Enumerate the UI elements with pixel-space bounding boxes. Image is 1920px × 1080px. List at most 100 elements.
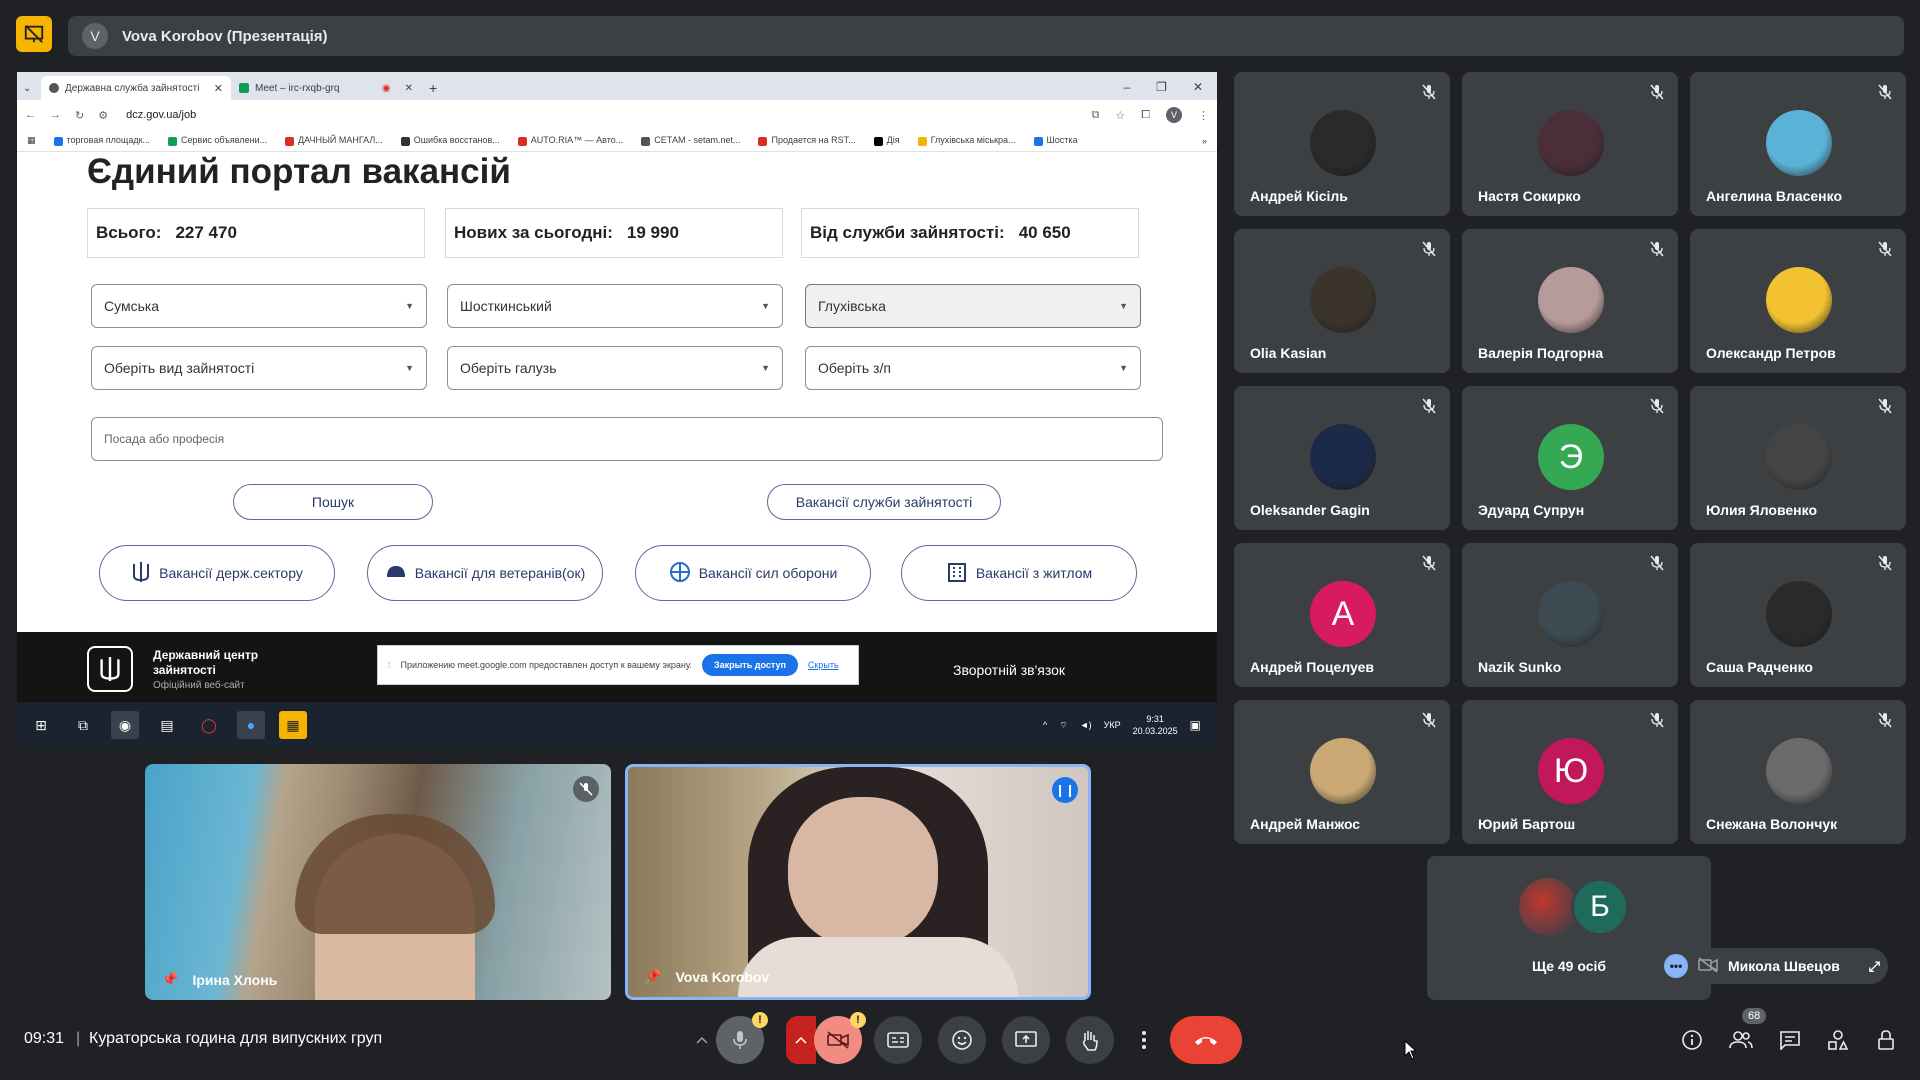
bookmark-item[interactable]: торговая площадк... [53,135,150,146]
site-info-icon[interactable]: ⚙ [98,109,108,122]
participant-tile[interactable]: Ю Юрий Бартош [1462,700,1678,844]
participant-tile[interactable]: Э Эдуард Супрун [1462,386,1678,530]
salary-select[interactable]: Оберіть з/п ▼ [805,346,1141,390]
bookmark-item[interactable]: Глухівська міськра... [917,135,1016,146]
presentation-icon[interactable] [16,16,52,52]
pin-icon[interactable]: 📌 [161,971,178,988]
expand-icon[interactable]: ⤢ [1869,958,1880,975]
participant-tile[interactable]: Саша Радченко [1690,543,1906,687]
microphone-button[interactable]: ! [716,1012,768,1064]
notifications-icon[interactable]: ▣ [1190,718,1201,732]
region-select[interactable]: Сумська ▼ [91,284,427,328]
bookmark-item[interactable]: Шостка [1033,135,1078,146]
translate-icon[interactable]: ⧉ [1091,109,1099,122]
apps-grid-icon[interactable]: ▦ [27,135,36,146]
participant-tile[interactable]: Олександр Петров [1690,229,1906,373]
feedback-link[interactable]: Зворотній зв'язок [953,662,1065,678]
task-view-icon[interactable]: ⧉ [69,711,97,739]
participant-tile[interactable]: Настя Сокирко [1462,72,1678,216]
self-view-minimized[interactable]: ••• Микола Швецов ⤢ [1656,948,1888,984]
district-select[interactable]: Шосткинський ▼ [447,284,783,328]
bookmark-star-icon[interactable]: ☆ [1115,109,1125,122]
participant-tile[interactable]: Olia Kasian [1234,229,1450,373]
file-explorer-icon[interactable]: ▤ [153,711,181,739]
close-window-icon[interactable]: ✕ [1193,80,1203,94]
industry-select[interactable]: Оберіть галузь ▼ [447,346,783,390]
extensions-icon[interactable]: ⧠ [1141,109,1150,122]
url-field[interactable]: dcz.gov.ua/job [126,109,196,121]
hide-notice-link[interactable]: Скрыть [808,660,839,670]
browser-tab-meet[interactable]: Meet – irc-rxqb-grq ◉ ✕ [231,76,421,100]
video-options-chevron-icon[interactable] [786,1016,816,1064]
opera-icon[interactable]: ◯ [195,711,223,739]
position-input[interactable]: Посада або професія [91,417,1163,461]
new-tab-icon[interactable]: + [429,76,437,100]
profile-avatar[interactable]: V [1166,107,1182,123]
leave-call-button[interactable] [1170,1016,1242,1064]
video-tile-active-speaker[interactable]: ❙❙ 📌 Vova Korobov [625,764,1091,1000]
back-icon[interactable]: ← [25,109,36,121]
present-screen-button[interactable] [1002,1016,1050,1064]
volume-icon[interactable]: ◄) [1080,720,1092,730]
housing-vacancies-button[interactable]: Вакансії з житлом [901,545,1137,601]
defense-forces-vacancies-button[interactable]: Вакансії сил оборони [635,545,871,601]
browser-tab-dcz[interactable]: Державна служба зайнятості ✕ [41,76,231,100]
bookmark-item[interactable]: Дія [873,135,900,146]
address-bar: ← → ↻ ⚙ dcz.gov.ua/job ⧉ ☆ ⧠ V ⋮ [17,100,1217,130]
tab-search-icon[interactable]: ⌄ [23,76,37,100]
close-icon[interactable]: ✕ [405,83,413,94]
windows-start-icon[interactable]: ⊞ [27,711,55,739]
stop-sharing-button[interactable]: Закрыть доступ [701,654,798,676]
minimize-icon[interactable]: – [1123,80,1130,94]
bookmark-item[interactable]: Продается на RST... [758,135,856,146]
language-indicator[interactable]: УКР [1104,720,1121,730]
participant-tile[interactable]: Снежана Волончук [1690,700,1906,844]
browser-menu-icon[interactable]: ⋮ [1198,109,1209,122]
bookmark-item[interactable]: AUTO.RIA™ — Авто... [517,135,623,146]
drag-handle-icon[interactable]: ⁞ [388,660,391,670]
bookmark-item[interactable]: Сервис объявлени... [168,135,267,146]
audio-options-chevron-icon[interactable] [690,1028,714,1052]
presentation-app-icon[interactable]: ▦ [279,711,307,739]
search-button[interactable]: Пошук [233,484,433,520]
more-options-icon[interactable]: ••• [1664,954,1688,978]
community-select[interactable]: Глухівська ▼ [805,284,1141,328]
restore-icon[interactable]: ❐ [1156,80,1167,94]
forward-icon[interactable]: → [50,109,61,121]
employment-service-vacancies-button[interactable]: Вакансії служби зайнятості [767,484,1001,520]
bookmark-item[interactable]: СЕТАМ - setam.net... [641,135,740,146]
meeting-details-icon[interactable] [1678,1026,1706,1054]
taskbar-clock[interactable]: 9:31 20.03.2025 [1133,713,1178,737]
participant-tile[interactable]: Nazik Sunko [1462,543,1678,687]
network-icon[interactable]: ⌔ [1059,720,1067,731]
chat-icon[interactable] [1776,1026,1804,1054]
participant-tile[interactable]: Ангелина Власенко [1690,72,1906,216]
public-sector-vacancies-button[interactable]: Вакансії держ.сектору [99,545,335,601]
participant-tile[interactable]: Oleksander Gagin [1234,386,1450,530]
app-icon[interactable]: ● [237,711,265,739]
tray-chevron-icon[interactable]: ^ [1043,720,1047,730]
participant-tile[interactable]: Юлия Яловенко [1690,386,1906,530]
participant-tile[interactable]: Андрей Манжос [1234,700,1450,844]
video-tile[interactable]: 📌 Ірина Хлонь [145,764,611,1000]
bookmark-item[interactable]: ДАЧНЫЙ МАНГАЛ... [285,135,383,146]
participant-tile[interactable]: Валерія Подгорна [1462,229,1678,373]
employment-type-select[interactable]: Оберіть вид зайнятості ▼ [91,346,427,390]
participant-tile[interactable]: А Андрей Поцелуев [1234,543,1450,687]
reload-icon[interactable]: ↻ [75,109,84,122]
host-controls-icon[interactable] [1872,1026,1900,1054]
more-options-icon[interactable] [1130,1016,1158,1064]
captions-button[interactable] [874,1016,922,1064]
more-bookmarks-icon[interactable]: » [1202,136,1207,146]
veterans-vacancies-button[interactable]: Вакансії для ветеранів(ок) [367,545,603,601]
bookmark-item[interactable]: Ошибка восстанов... [400,135,500,146]
raise-hand-button[interactable] [1066,1016,1114,1064]
activities-icon[interactable] [1824,1026,1852,1054]
close-icon[interactable]: ✕ [214,82,223,95]
participant-tile[interactable]: Андрей Кісіль [1234,72,1450,216]
camera-button[interactable]: ! [814,1012,866,1064]
chrome-icon[interactable]: ◉ [111,711,139,739]
pin-icon[interactable]: 📌 [644,968,661,985]
emoji-button[interactable] [938,1016,986,1064]
people-icon[interactable] [1727,1026,1755,1054]
